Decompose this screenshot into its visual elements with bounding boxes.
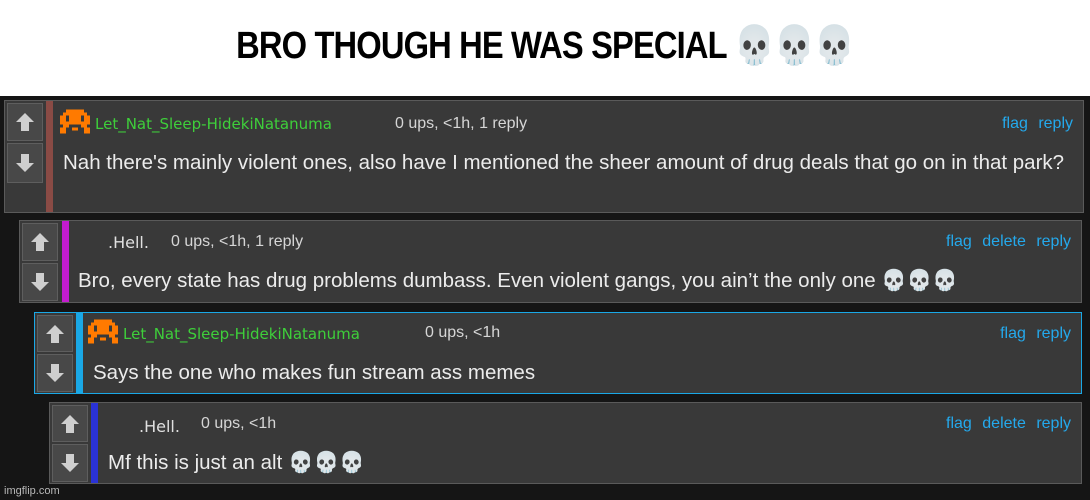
comment: .Hell. 0 ups, <1h flag delete reply Mf t…	[49, 402, 1082, 484]
comment-meta: 0 ups, <1h, 1 reply	[395, 115, 528, 132]
comment-actions: flag reply	[994, 325, 1071, 343]
arrow-down-icon	[16, 154, 34, 172]
downvote-button[interactable]	[37, 354, 73, 392]
reply-button[interactable]: reply	[1038, 115, 1073, 132]
upvote-button[interactable]	[7, 103, 43, 141]
comment-actions: flag delete reply	[940, 415, 1071, 433]
flag-button[interactable]: flag	[1000, 325, 1026, 342]
vote-column	[50, 403, 90, 483]
downvote-button[interactable]	[22, 263, 58, 301]
arrow-up-icon	[46, 324, 64, 343]
thread-depth-bar	[46, 101, 53, 212]
delete-button[interactable]: delete	[982, 415, 1026, 432]
arrow-up-icon	[61, 414, 79, 433]
reply-button[interactable]: reply	[1036, 233, 1071, 250]
delete-button[interactable]: delete	[982, 233, 1026, 250]
arrow-up-icon	[16, 113, 34, 131]
comment: Let_Nat_Sleep-HidekiNatanuma 0 ups, <1h,…	[4, 100, 1084, 213]
arrow-up-icon	[31, 233, 49, 251]
comment: Let_Nat_Sleep-HidekiNatanuma 0 ups, <1h …	[34, 312, 1082, 394]
comment-actions: flag delete reply	[940, 233, 1071, 251]
reply-button[interactable]: reply	[1036, 415, 1071, 432]
caption-area: BRO THOUGH HE WAS SPECIAL 💀💀💀	[0, 0, 1090, 96]
watermark: imgflip.com	[4, 485, 60, 497]
username-link[interactable]: Let_Nat_Sleep-HidekiNatanuma	[123, 325, 360, 343]
upvote-button[interactable]	[37, 315, 73, 352]
comment-text: Nah there's mainly violent ones, also ha…	[63, 151, 1065, 174]
comment-meta: 0 ups, <1h	[425, 324, 501, 341]
downvote-button[interactable]	[52, 444, 88, 482]
thread-depth-bar	[62, 221, 69, 302]
comment-text: Bro, every state has drug problems dumba…	[78, 269, 958, 292]
arrow-down-icon	[31, 273, 49, 291]
comment: .Hell. 0 ups, <1h, 1 reply flag delete r…	[19, 220, 1082, 303]
upvote-button[interactable]	[22, 223, 58, 261]
pixel-invader-icon[interactable]	[60, 109, 90, 137]
downvote-button[interactable]	[7, 143, 43, 183]
comment-meta: 0 ups, <1h, 1 reply	[171, 233, 304, 250]
username-link[interactable]: .Hell.	[108, 233, 149, 252]
vote-column	[35, 313, 75, 393]
comment-meta: 0 ups, <1h	[201, 415, 277, 432]
vote-column	[5, 101, 45, 212]
comment-text: Says the one who makes fun stream ass me…	[93, 361, 536, 384]
comment-actions: flag reply	[996, 115, 1073, 133]
vote-column	[20, 221, 60, 302]
flag-button[interactable]: flag	[946, 415, 972, 432]
arrow-down-icon	[61, 454, 79, 472]
thread-depth-bar	[91, 403, 98, 483]
pixel-invader-icon[interactable]	[88, 319, 118, 347]
upvote-button[interactable]	[52, 405, 88, 442]
meme-caption: BRO THOUGH HE WAS SPECIAL 💀💀💀	[236, 25, 855, 67]
username-link[interactable]: Let_Nat_Sleep-HidekiNatanuma	[95, 115, 332, 133]
reply-button[interactable]: reply	[1036, 325, 1071, 342]
flag-button[interactable]: flag	[1002, 115, 1028, 132]
username-link[interactable]: .Hell.	[139, 417, 180, 436]
arrow-down-icon	[46, 364, 64, 382]
comment-text: Mf this is just an alt 💀💀💀	[108, 451, 365, 474]
flag-button[interactable]: flag	[946, 233, 972, 250]
thread-depth-bar	[76, 313, 83, 393]
